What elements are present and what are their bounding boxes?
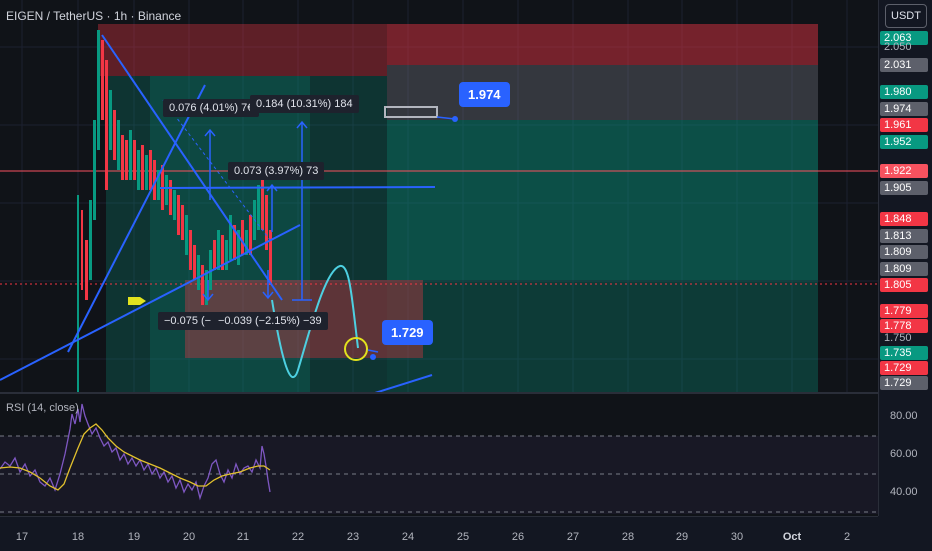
measure-label[interactable]: 0.073 (3.97%) 73 bbox=[228, 162, 325, 180]
rsi-canvas bbox=[0, 403, 878, 514]
low-callout[interactable]: 1.729 bbox=[382, 320, 433, 345]
profit-zone-lower bbox=[387, 280, 818, 393]
time-label: 27 bbox=[566, 531, 580, 543]
price-label: 1.974 bbox=[880, 102, 928, 116]
rsi-band bbox=[0, 436, 878, 514]
price-label: 1.750 bbox=[884, 332, 912, 344]
time-label: 23 bbox=[346, 531, 360, 543]
rsi-level-label: 40.00 bbox=[890, 486, 918, 498]
rsi-title[interactable]: RSI (14, close) bbox=[6, 402, 79, 414]
price-label: 1.729 bbox=[880, 361, 928, 375]
currency-button[interactable]: USDT bbox=[885, 4, 927, 28]
rsi-level-label: 80.00 bbox=[890, 410, 918, 422]
low-anchor bbox=[370, 354, 376, 360]
price-label: 1.813 bbox=[880, 229, 928, 243]
time-label: 28 bbox=[621, 531, 635, 543]
measure-label[interactable]: −0.039 (−2.15%) −39 bbox=[212, 312, 328, 330]
price-label: 2.031 bbox=[880, 58, 928, 72]
time-label: 25 bbox=[456, 531, 470, 543]
target-callout[interactable]: 1.974 bbox=[459, 82, 510, 107]
time-label: 29 bbox=[675, 531, 689, 543]
target-zone-box bbox=[387, 65, 818, 120]
time-label: 26 bbox=[511, 531, 525, 543]
price-label: 1.735 bbox=[880, 346, 928, 360]
time-label: 2 bbox=[843, 531, 851, 543]
time-label: 22 bbox=[291, 531, 305, 543]
rsi-pane[interactable] bbox=[0, 394, 878, 516]
time-label: 30 bbox=[730, 531, 744, 543]
profit-zone-box bbox=[387, 120, 818, 280]
symbol-title[interactable]: EIGEN / TetherUS · 1h · Binance bbox=[6, 9, 181, 23]
price-label: 2.050 bbox=[884, 41, 912, 53]
price-label: 1.805 bbox=[880, 278, 928, 292]
measure-label[interactable]: 0.184 (10.31%) 184 bbox=[250, 95, 359, 113]
price-chart-pane[interactable] bbox=[0, 0, 878, 393]
rsi-level-label: 60.00 bbox=[890, 448, 918, 460]
stop-zone-box bbox=[387, 24, 818, 65]
time-label: 17 bbox=[15, 531, 29, 543]
time-label: 24 bbox=[401, 531, 415, 543]
price-label: 1.809 bbox=[880, 245, 928, 259]
price-label: 1.729 bbox=[880, 376, 928, 390]
time-label: 20 bbox=[182, 531, 196, 543]
position-risk-box bbox=[98, 24, 387, 76]
measure-label[interactable]: −0.075 (− bbox=[158, 312, 218, 330]
price-label: 1.779 bbox=[880, 304, 928, 318]
price-label: 1.809 bbox=[880, 262, 928, 276]
measure-label[interactable]: 0.076 (4.01%) 7€ bbox=[163, 99, 260, 117]
target-anchor bbox=[452, 116, 458, 122]
price-label: 1.905 bbox=[880, 181, 928, 195]
time-label-month: Oct bbox=[782, 531, 802, 543]
price-chart-canvas[interactable] bbox=[0, 0, 878, 393]
price-label: 1.961 bbox=[880, 118, 928, 132]
price-label: 1.848 bbox=[880, 212, 928, 226]
time-label: 21 bbox=[236, 531, 250, 543]
current-price-label: 1.922 bbox=[880, 164, 928, 178]
price-label: 1.952 bbox=[880, 135, 928, 149]
time-label: 18 bbox=[71, 531, 85, 543]
time-label: 19 bbox=[127, 531, 141, 543]
price-label: 1.980 bbox=[880, 85, 928, 99]
